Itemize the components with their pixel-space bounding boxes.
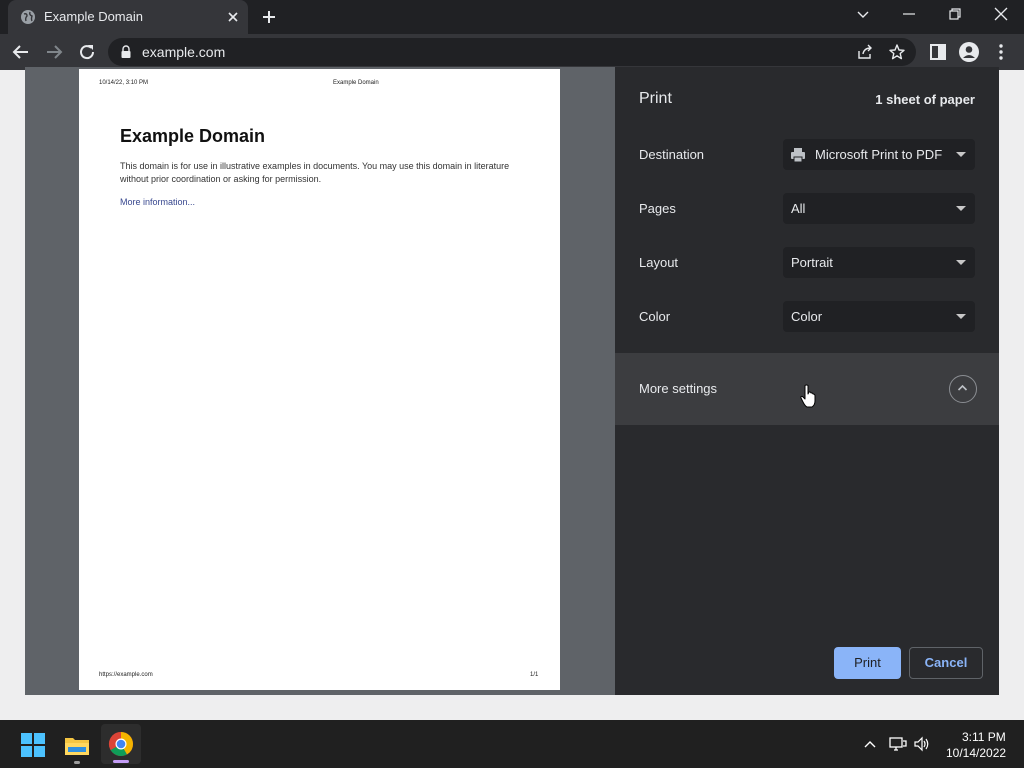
chevron-up-icon bbox=[957, 384, 968, 391]
file-explorer-icon[interactable] bbox=[64, 732, 90, 758]
side-panel-icon[interactable] bbox=[927, 41, 949, 63]
printer-icon bbox=[791, 148, 805, 163]
chrome-taskbar-button[interactable] bbox=[101, 724, 141, 764]
color-label: Color bbox=[639, 309, 671, 324]
url-text[interactable]: example.com bbox=[142, 44, 225, 60]
layout-value: Portrait bbox=[791, 255, 833, 270]
page-footer-url: https://example.com bbox=[99, 672, 153, 678]
network-icon[interactable] bbox=[889, 736, 907, 752]
destination-label: Destination bbox=[639, 147, 705, 162]
cancel-button[interactable]: Cancel bbox=[909, 647, 983, 679]
pages-value: All bbox=[791, 201, 806, 216]
destination-select[interactable]: Microsoft Print to PDF bbox=[783, 139, 975, 170]
menu-dots-icon[interactable] bbox=[990, 41, 1012, 63]
profile-avatar-icon[interactable] bbox=[958, 41, 980, 63]
share-icon[interactable] bbox=[856, 43, 874, 61]
close-tab-icon[interactable] bbox=[224, 8, 242, 26]
caret-down-icon bbox=[956, 206, 966, 211]
page-heading: Example Domain bbox=[120, 126, 266, 146]
active-app-indicator bbox=[113, 760, 129, 763]
address-bar[interactable]: example.com bbox=[108, 38, 916, 66]
back-arrow-icon[interactable] bbox=[10, 41, 32, 63]
layout-label: Layout bbox=[639, 255, 679, 270]
new-tab-icon[interactable] bbox=[259, 7, 279, 27]
tab-strip: Example Domain bbox=[0, 0, 1024, 34]
caret-down-icon bbox=[956, 152, 966, 157]
pages-select[interactable]: All bbox=[783, 193, 975, 224]
page-header-date: 10/14/22, 3:10 PM bbox=[99, 80, 149, 86]
caret-down-icon bbox=[956, 260, 966, 265]
close-window-icon[interactable] bbox=[991, 4, 1011, 24]
browser-toolbar: example.com bbox=[0, 34, 1024, 70]
forward-arrow-icon[interactable] bbox=[43, 41, 65, 63]
print-title: Print bbox=[639, 90, 672, 107]
lock-icon[interactable] bbox=[120, 45, 132, 59]
page-link: More information... bbox=[120, 197, 196, 207]
browser-tab[interactable]: Example Domain bbox=[8, 0, 248, 34]
page-paragraph: This domain is for use in illustrative e… bbox=[120, 161, 510, 184]
windows-taskbar: 3:11 PM 10/14/2022 bbox=[0, 720, 1024, 768]
more-settings-label: More settings bbox=[639, 381, 718, 396]
tab-search-chevron-icon[interactable] bbox=[853, 4, 873, 24]
destination-value: Microsoft Print to PDF bbox=[815, 147, 943, 162]
minimize-icon[interactable] bbox=[899, 4, 919, 24]
running-app-indicator bbox=[74, 761, 80, 764]
page-footer-number: 1/1 bbox=[530, 672, 539, 678]
volume-icon[interactable] bbox=[913, 736, 931, 752]
hand-cursor-icon bbox=[800, 384, 816, 408]
print-button[interactable]: Print bbox=[834, 647, 901, 679]
globe-icon bbox=[21, 10, 35, 24]
pages-label: Pages bbox=[639, 201, 676, 216]
color-value: Color bbox=[791, 309, 823, 324]
clock-time[interactable]: 3:11 PM bbox=[962, 730, 1006, 744]
chrome-icon bbox=[108, 732, 133, 757]
preview-page: 10/14/22, 3:10 PM Example Domain Example… bbox=[79, 69, 560, 690]
expand-toggle-button[interactable] bbox=[949, 375, 977, 403]
caret-down-icon bbox=[956, 314, 966, 319]
start-icon[interactable] bbox=[20, 732, 46, 758]
sheet-count: 1 sheet of paper bbox=[875, 92, 975, 107]
color-select[interactable]: Color bbox=[783, 301, 975, 332]
layout-select[interactable]: Portrait bbox=[783, 247, 975, 278]
chevron-up-icon[interactable] bbox=[861, 736, 879, 752]
print-settings-panel: Print 1 sheet of paper Destination Micro… bbox=[615, 67, 999, 695]
reload-icon[interactable] bbox=[76, 41, 98, 63]
clock-date[interactable]: 10/14/2022 bbox=[946, 746, 1006, 760]
tab-title: Example Domain bbox=[44, 9, 143, 24]
page-header-title: Example Domain bbox=[333, 80, 379, 86]
restore-icon[interactable] bbox=[945, 4, 965, 24]
bookmark-star-icon[interactable] bbox=[888, 43, 906, 61]
